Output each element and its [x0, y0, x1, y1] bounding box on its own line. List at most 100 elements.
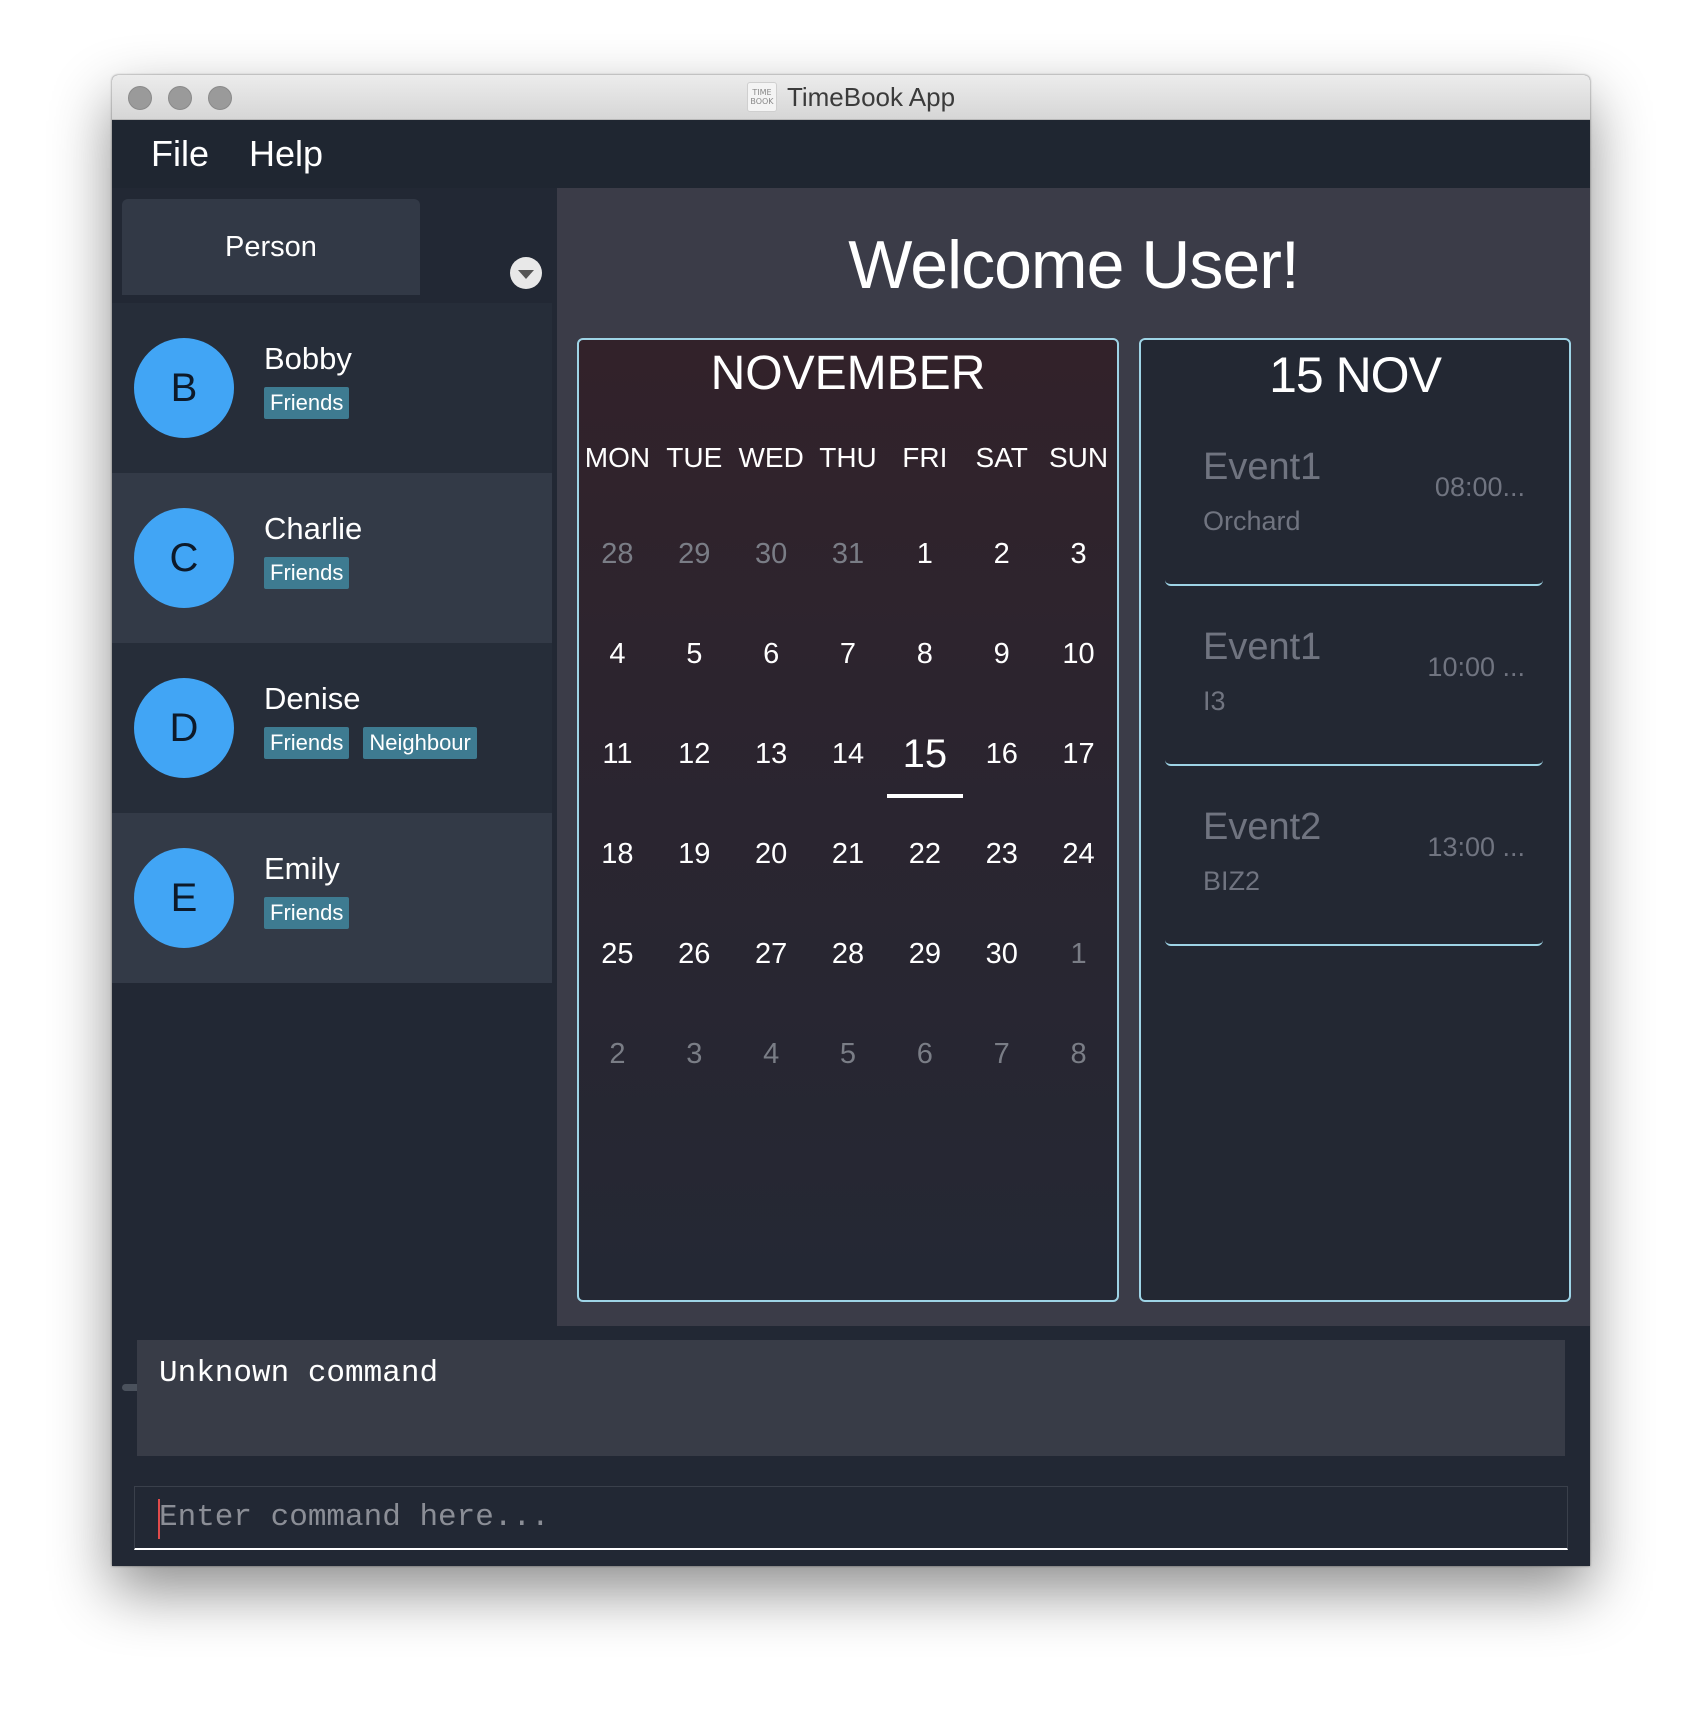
command-input[interactable] [135, 1487, 1567, 1548]
weekday-label: SAT [975, 442, 1028, 473]
calendar-day[interactable]: 14 [810, 704, 887, 804]
result-text: Unknown command [159, 1356, 439, 1391]
month-calendar: NOVEMBER MON TUE WED THU FRI SAT SUN 28 2… [577, 338, 1119, 1302]
person-card[interactable]: E Emily Friends [112, 813, 552, 983]
calendar-day[interactable]: 7 [963, 1004, 1040, 1104]
avatar: C [134, 508, 234, 608]
command-box[interactable] [134, 1486, 1568, 1550]
minimize-window-button[interactable] [168, 86, 192, 110]
event-card[interactable]: Event1 I3 10:00 ... [1165, 604, 1543, 766]
weekday-header: MON TUE WED THU FRI SAT SUN [579, 442, 1117, 474]
calendar-day[interactable]: 3 [656, 1004, 733, 1104]
weekday-label: WED [738, 442, 804, 473]
calendar-day[interactable]: 28 [579, 504, 656, 604]
menu-file[interactable]: File [131, 133, 229, 175]
weekday-label: FRI [902, 442, 948, 473]
event-location: BIZ2 [1203, 866, 1261, 896]
tag-badge: Neighbour [363, 727, 477, 759]
calendar-day[interactable]: 8 [886, 604, 963, 704]
person-card[interactable]: B Bobby Friends [112, 303, 552, 473]
calendar-day[interactable]: 5 [810, 1004, 887, 1104]
calendar-day[interactable]: 1 [1040, 904, 1117, 1004]
calendar-day[interactable]: 25 [579, 904, 656, 1004]
tag-list: Friends [264, 557, 350, 589]
tag-list: Friends [264, 897, 350, 929]
person-list[interactable]: B Bobby Friends C Charlie Friends D Deni… [112, 303, 552, 983]
selected-day-title: 15 NOV [1269, 347, 1442, 403]
calendar-day[interactable]: 7 [810, 604, 887, 704]
tag-badge: Friends [264, 387, 350, 419]
event-card[interactable]: Event1 Orchard 08:00... [1165, 424, 1543, 586]
calendar-month-title: NOVEMBER [710, 347, 986, 400]
app-window: TIME BOOK TimeBook App File Help Person … [112, 75, 1590, 1566]
calendar-day-today[interactable]: 15 [886, 704, 963, 804]
calendar-day[interactable]: 22 [886, 804, 963, 904]
avatar: B [134, 338, 234, 438]
event-time: 13:00 ... [1427, 832, 1525, 862]
calendar-day[interactable]: 9 [963, 604, 1040, 704]
app-icon-text-top: TIME [752, 88, 772, 97]
calendar-day[interactable]: 4 [579, 604, 656, 704]
app-icon: TIME BOOK [746, 82, 777, 112]
calendar-day[interactable]: 2 [963, 504, 1040, 604]
window-controls [128, 86, 232, 110]
avatar: E [134, 848, 234, 948]
calendar-day[interactable]: 6 [733, 604, 810, 704]
calendar-day[interactable]: 17 [1040, 704, 1117, 804]
person-card[interactable]: C Charlie Friends [112, 473, 552, 643]
calendar-day[interactable]: 30 [733, 504, 810, 604]
calendar-day[interactable]: 2 [579, 1004, 656, 1104]
calendar-day[interactable]: 16 [963, 704, 1040, 804]
person-name: Emily [264, 851, 340, 886]
weekday-label: THU [819, 442, 877, 473]
calendar-day[interactable]: 31 [810, 504, 887, 604]
calendar-day[interactable]: 21 [810, 804, 887, 904]
avatar: D [134, 678, 234, 778]
person-panel: Person B Bobby Friends C Charlie Friends… [112, 188, 554, 1391]
calendar-day[interactable]: 12 [656, 704, 733, 804]
tag-list: Friends [264, 387, 350, 419]
menu-bar: File Help [112, 120, 1590, 188]
calendar-day[interactable]: 26 [656, 904, 733, 1004]
calendar-day[interactable]: 5 [656, 604, 733, 704]
person-name: Bobby [264, 341, 352, 376]
calendar-day[interactable]: 23 [963, 804, 1040, 904]
calendar-day[interactable]: 1 [886, 504, 963, 604]
calendar-day[interactable]: 4 [733, 1004, 810, 1104]
calendar-day[interactable]: 27 [733, 904, 810, 1004]
tag-badge: Friends [264, 727, 350, 759]
calendar-day[interactable]: 11 [579, 704, 656, 804]
calendar-day[interactable]: 24 [1040, 804, 1117, 904]
event-time: 08:00... [1434, 472, 1525, 502]
tag-badge: Friends [264, 557, 350, 589]
calendar-day[interactable]: 29 [656, 504, 733, 604]
event-name: Event2 [1203, 806, 1322, 848]
tab-dropdown-icon[interactable] [510, 257, 542, 289]
close-window-button[interactable] [128, 86, 152, 110]
calendar-day[interactable]: 10 [1040, 604, 1117, 704]
event-card[interactable]: Event2 BIZ2 13:00 ... [1165, 784, 1543, 946]
person-name: Charlie [264, 511, 363, 546]
calendar-day[interactable]: 13 [733, 704, 810, 804]
calendar-day[interactable]: 20 [733, 804, 810, 904]
weekday-label: TUE [666, 442, 723, 473]
tab-person[interactable]: Person [122, 199, 420, 295]
calendar-day[interactable]: 6 [886, 1004, 963, 1104]
calendar-day[interactable]: 8 [1040, 1004, 1117, 1104]
event-name: Event1 [1203, 626, 1322, 668]
calendar-day[interactable]: 3 [1040, 504, 1117, 604]
calendar-day[interactable]: 29 [886, 904, 963, 1004]
calendar-day[interactable]: 30 [963, 904, 1040, 1004]
person-card[interactable]: D Denise Friends Neighbour [112, 643, 552, 813]
calendar-day-grid: 28 29 30 31 1 2 3 4 5 6 7 8 9 10 11 12 13 14 15 16 17 18 19 20 2… [579, 504, 1117, 1104]
person-name: Denise [264, 681, 361, 716]
menu-help[interactable]: Help [229, 133, 343, 175]
calendar-day[interactable]: 18 [579, 804, 656, 904]
app-icon-text-bottom: BOOK [750, 97, 774, 106]
calendar-day[interactable]: 19 [656, 804, 733, 904]
tag-badge: Friends [264, 897, 350, 929]
tag-list: Friends Neighbour [264, 727, 477, 759]
calendar-day[interactable]: 28 [810, 904, 887, 1004]
zoom-window-button[interactable] [208, 86, 232, 110]
event-name: Event1 [1203, 446, 1322, 488]
